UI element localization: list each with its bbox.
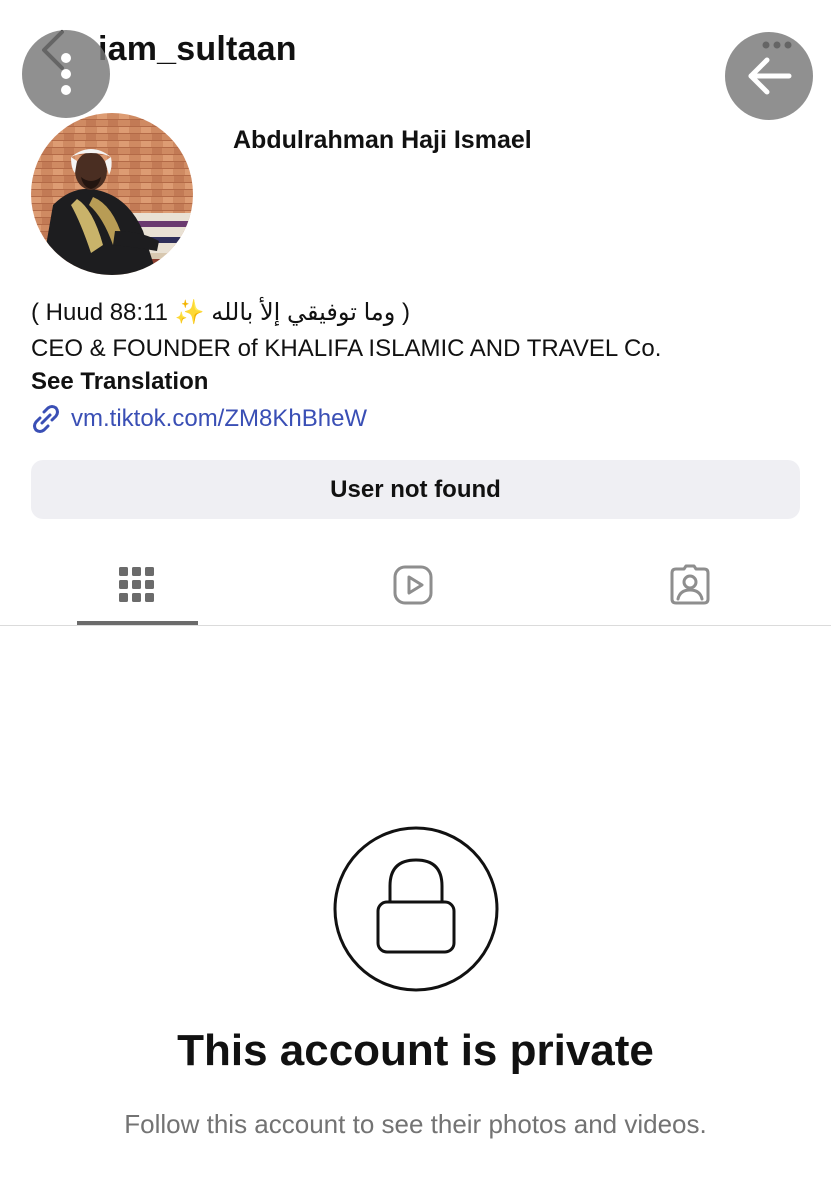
private-account-title: This account is private bbox=[177, 1026, 654, 1075]
reels-icon[interactable] bbox=[391, 563, 435, 607]
bio-line: ( Huud 88:11 ✨ وما توفيقي إلأ بالله ) bbox=[31, 299, 411, 326]
link-icon bbox=[33, 405, 59, 433]
lock-icon bbox=[333, 826, 499, 992]
see-translation-link[interactable]: See Translation bbox=[31, 368, 208, 396]
avatar-photo bbox=[31, 113, 193, 275]
profile-avatar[interactable] bbox=[31, 113, 193, 275]
tagged-icon[interactable] bbox=[668, 563, 712, 607]
tab-divider bbox=[0, 625, 831, 626]
arrow-left-icon bbox=[748, 57, 792, 95]
more-vertical-icon bbox=[61, 53, 71, 95]
bio-line: CEO & FOUNDER of KHALIFA ISLAMIC AND TRA… bbox=[31, 335, 662, 362]
grid-icon[interactable] bbox=[115, 563, 159, 607]
bio-link[interactable]: vm.tiktok.com/ZM8KhBheW bbox=[31, 402, 367, 436]
user-not-found-button[interactable]: User not found bbox=[31, 460, 800, 519]
bio-link-text[interactable]: vm.tiktok.com/ZM8KhBheW bbox=[71, 405, 367, 433]
display-name: Abdulrahman Haji Ismael bbox=[233, 126, 532, 154]
profile-username: iam_sultaan bbox=[98, 30, 297, 68]
overlay-more-button[interactable] bbox=[22, 30, 110, 118]
private-account-subtitle: Follow this account to see their photos … bbox=[124, 1109, 707, 1139]
overlay-back-button[interactable] bbox=[725, 32, 813, 120]
